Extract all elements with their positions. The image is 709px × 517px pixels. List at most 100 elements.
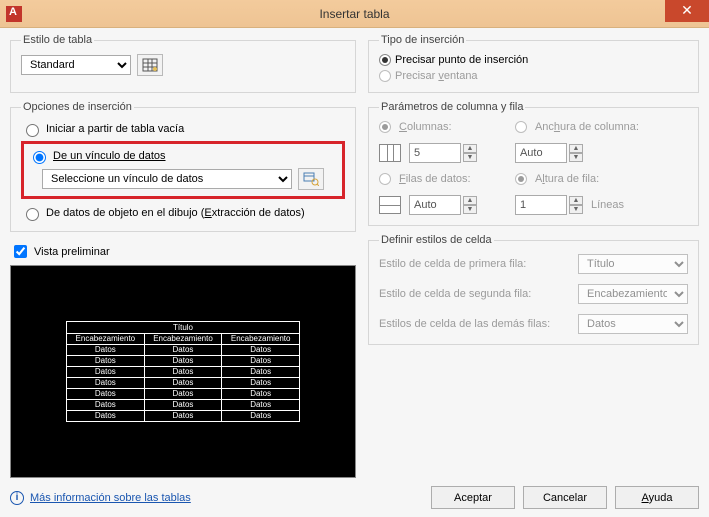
preview-area: Título EncabezamientoEncabezamientoEncab…	[10, 265, 356, 478]
preview-title: Título	[67, 322, 300, 334]
table-style-group: Estilo de tabla Standard	[10, 34, 356, 93]
table-style-legend: Estilo de tabla	[21, 34, 94, 46]
preview-header: Encabezamiento	[67, 334, 145, 345]
preview-cell: Datos	[222, 378, 300, 389]
info-icon: i	[10, 491, 24, 505]
style-select[interactable]: Standard	[21, 55, 131, 75]
columns-input	[409, 143, 461, 163]
preview-cell: Datos	[222, 389, 300, 400]
first-row-style-select: Título	[578, 254, 688, 274]
titlebar: Insertar tabla ✕	[0, 0, 709, 28]
preview-cell: Datos	[144, 400, 222, 411]
radio-window-wrapper: Precisar ventana	[379, 70, 688, 82]
accept-button[interactable]: Aceptar	[431, 486, 515, 509]
preview-header: Encabezamiento	[144, 334, 222, 345]
rest-rows-style-select: Datos	[578, 314, 688, 334]
height-down: ▼	[569, 205, 583, 214]
lines-label: Líneas	[591, 199, 624, 211]
datalink-launch-button[interactable]	[298, 168, 324, 190]
columns-up: ▲	[463, 144, 477, 153]
rows-up: ▲	[463, 196, 477, 205]
rows-input	[409, 195, 461, 215]
row-height-radio	[515, 173, 527, 185]
dialog-footer: i Más información sobre las tablas Acept…	[10, 486, 699, 509]
preview-cell: Datos	[67, 389, 145, 400]
preview-cell: Datos	[222, 411, 300, 422]
dialog-body: Estilo de tabla Standard Opciones de ins…	[0, 28, 709, 517]
help-button[interactable]: Ayuda	[615, 486, 699, 509]
preview-cell: Datos	[222, 400, 300, 411]
radio-empty-label: Iniciar a partir de tabla vacía	[46, 123, 184, 135]
radio-window-label: Precisar ventana	[395, 70, 478, 82]
preview-check-row: Vista preliminar	[10, 242, 356, 261]
preview-cell: Datos	[144, 367, 222, 378]
rows-down: ▼	[463, 205, 477, 214]
preview-cell: Datos	[67, 411, 145, 422]
preview-cell: Datos	[144, 389, 222, 400]
window-title: Insertar tabla	[0, 7, 709, 21]
columns-label: Columnas:	[399, 121, 452, 133]
preview-cell: Datos	[67, 367, 145, 378]
preview-cell: Datos	[67, 345, 145, 356]
rows-radio	[379, 173, 391, 185]
radio-datalink-label: De un vínculo de datos	[53, 150, 166, 162]
width-up: ▲	[569, 144, 583, 153]
radio-empty-wrapper[interactable]: Iniciar a partir de tabla vacía	[21, 121, 345, 137]
preview-cell: Datos	[67, 400, 145, 411]
height-up: ▲	[569, 196, 583, 205]
radio-point-wrapper[interactable]: Precisar punto de inserción	[379, 54, 688, 66]
datalink-icon	[303, 172, 319, 186]
columns-radio	[379, 121, 391, 133]
preview-header: Encabezamiento	[222, 334, 300, 345]
second-row-style-select: Encabezamiento	[578, 284, 688, 304]
width-down: ▼	[569, 153, 583, 162]
table-style-icon	[142, 58, 158, 72]
radio-window	[379, 70, 391, 82]
radio-object-wrapper[interactable]: De datos de objeto en el dibujo (Extracc…	[21, 205, 345, 221]
column-row-params-group: Parámetros de columna y fila Columnas: A…	[368, 101, 699, 226]
preview-table: Título EncabezamientoEncabezamientoEncab…	[66, 321, 300, 422]
preview-cell: Datos	[222, 345, 300, 356]
radio-point-label: Precisar punto de inserción	[395, 54, 528, 66]
row-height-input	[515, 195, 567, 215]
radio-point[interactable]	[379, 54, 391, 66]
second-row-style-label: Estilo de celda de segunda fila:	[379, 288, 578, 300]
rest-rows-style-label: Estilos de celda de las demás filas:	[379, 318, 578, 330]
insertion-type-group: Tipo de inserción Precisar punto de inse…	[368, 34, 699, 93]
more-info-link[interactable]: Más información sobre las tablas	[30, 492, 191, 504]
preview-cell: Datos	[144, 378, 222, 389]
columns-down: ▼	[463, 153, 477, 162]
radio-object-label: De datos de objeto en el dibujo (Extracc…	[46, 207, 305, 219]
radio-object[interactable]	[26, 208, 39, 221]
radio-datalink[interactable]	[33, 151, 46, 164]
rows-label: Filas de datos:	[399, 173, 471, 185]
insert-options-group: Opciones de inserción Iniciar a partir d…	[10, 101, 356, 232]
first-row-style-label: Estilo de celda de primera fila:	[379, 258, 578, 270]
preview-cell: Datos	[144, 345, 222, 356]
column-width-input	[515, 143, 567, 163]
close-button[interactable]: ✕	[665, 0, 709, 22]
datalink-select[interactable]: Seleccione un vínculo de datos	[42, 169, 292, 189]
radio-datalink-wrapper[interactable]: De un vínculo de datos	[28, 148, 338, 164]
preview-cell: Datos	[144, 411, 222, 422]
preview-cell: Datos	[67, 356, 145, 367]
row-height-label: Altura de fila:	[535, 173, 599, 185]
preview-cell: Datos	[144, 356, 222, 367]
preview-checkbox[interactable]	[14, 245, 27, 258]
radio-empty[interactable]	[26, 124, 39, 137]
more-info[interactable]: i Más información sobre las tablas	[10, 491, 191, 505]
style-launch-button[interactable]	[137, 54, 163, 76]
column-width-label: Anchura de columna:	[535, 121, 639, 133]
rows-icon	[379, 196, 401, 214]
preview-cell: Datos	[222, 356, 300, 367]
columns-icon	[379, 144, 401, 162]
preview-cell: Datos	[222, 367, 300, 378]
preview-label: Vista preliminar	[34, 246, 110, 258]
insertion-type-legend: Tipo de inserción	[379, 34, 466, 46]
cancel-button[interactable]: Cancelar	[523, 486, 607, 509]
insert-options-legend: Opciones de inserción	[21, 101, 134, 113]
cell-styles-legend: Definir estilos de celda	[379, 234, 494, 246]
datalink-highlight: De un vínculo de datos Seleccione un vín…	[21, 141, 345, 199]
column-width-radio	[515, 121, 527, 133]
preview-cell: Datos	[67, 378, 145, 389]
